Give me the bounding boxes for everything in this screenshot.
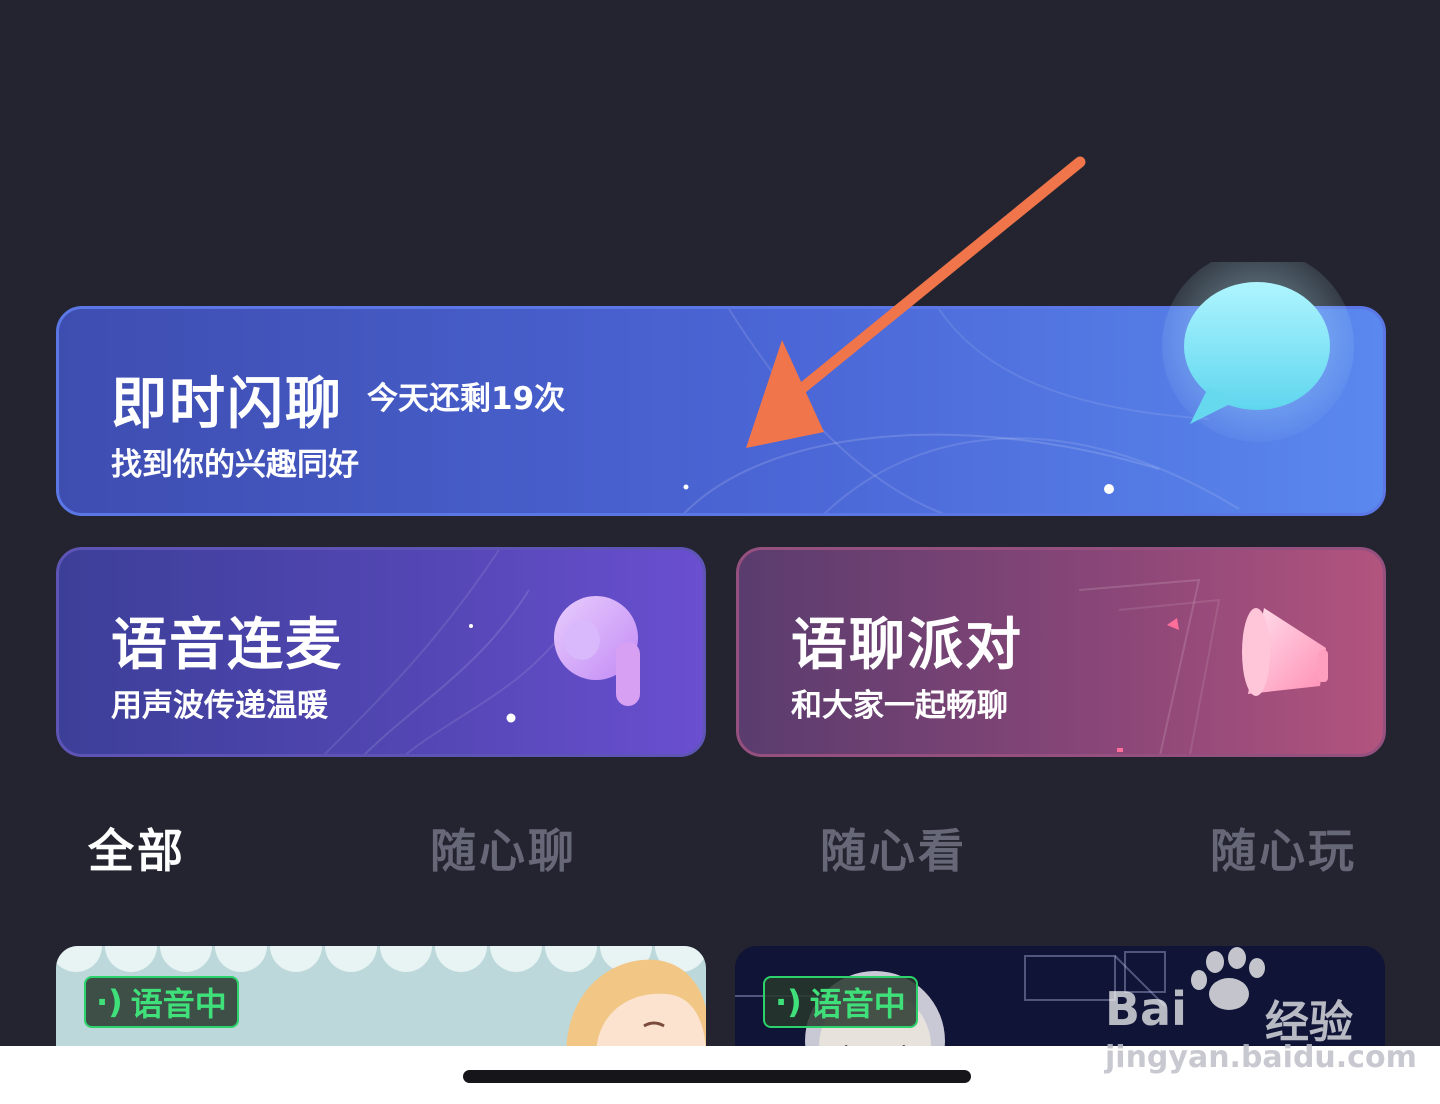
voice-mic-subtitle: 用声波传递温暖 [111,688,328,724]
badge-label: 语音中 [130,985,227,1023]
remaining-count: 今天还剩19次 [367,381,566,417]
tab-casual-watch[interactable]: 随心看 [820,815,967,881]
flash-chat-title: 即时闪聊 [111,372,343,437]
tab-casual-play[interactable]: 随心玩 [1210,815,1357,881]
chat-bubble-icon [1162,262,1354,442]
voice-mic-title: 语音连麦 [111,613,343,678]
flash-chat-subtitle: 找到你的兴趣同好 [111,447,359,483]
voice-party-card[interactable]: 语聊派对 和大家一起畅聊 [736,547,1386,757]
home-indicator[interactable] [463,1070,971,1083]
watermark-brand: Bai [1105,982,1187,1036]
tab-all[interactable]: 全部 [88,815,186,881]
voice-mic-card[interactable]: 语音连麦 用声波传递温暖 [56,547,706,757]
earbud-icon [554,596,640,706]
arrow-icon [746,156,1086,448]
megaphone-icon [1242,608,1328,696]
signal-icon: ·) [775,983,802,1021]
voice-live-badge: ·) 语音中 [84,976,239,1028]
tab-casual-chat[interactable]: 随心聊 [430,815,577,881]
badge-label: 语音中 [809,985,906,1023]
voice-party-title: 语聊派对 [791,613,1023,678]
watermark-url: jingyan.baidu.com [1105,1040,1417,1075]
paw-icon [1191,947,1265,1010]
voice-live-badge: ·) 语音中 [763,976,918,1028]
voice-party-subtitle: 和大家一起畅聊 [791,688,1008,724]
signal-icon: ·) [96,983,123,1021]
room-card[interactable]: ·) 语音中 [56,946,706,1056]
